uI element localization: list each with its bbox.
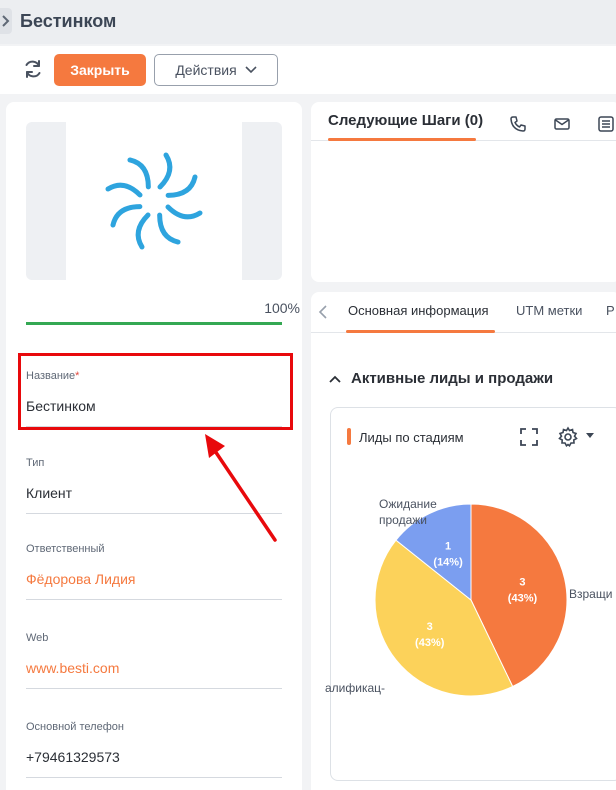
web-link[interactable]: www.besti.com	[26, 660, 282, 676]
slice-label-nurturing: Взращи	[569, 587, 613, 601]
profile-completion-percent: 100%	[264, 300, 300, 316]
refresh-icon	[25, 60, 41, 78]
chevron-left-icon[interactable]	[317, 304, 331, 320]
list-icon	[598, 116, 614, 132]
pie-value-label: 3	[519, 576, 525, 588]
annotation-arrow-icon	[205, 434, 277, 542]
tab-more[interactable]: Р	[606, 303, 615, 318]
pie-value-label: 1	[445, 540, 451, 552]
tab-utm[interactable]: UTM метки	[516, 303, 582, 318]
field-divider	[26, 777, 282, 778]
info-panel: Основная информация UTM метки Р Активные…	[311, 292, 616, 790]
email-button[interactable]	[552, 114, 572, 134]
highlight-box	[18, 353, 293, 430]
web-label: Web	[26, 632, 49, 644]
owner-field[interactable]: Ответственный Фёдорова Лидия	[26, 543, 282, 600]
close-button[interactable]: Закрыть	[54, 54, 146, 86]
pie-percent-label: (43%)	[415, 637, 445, 649]
caret-down-icon[interactable]	[585, 432, 595, 440]
actions-label: Действия	[175, 62, 237, 78]
chevron-up-icon	[329, 375, 341, 383]
actions-dropdown[interactable]: Действия	[154, 54, 278, 86]
pie-percent-label: (14%)	[433, 556, 463, 568]
field-divider	[26, 599, 282, 600]
title-bar: Бестинком	[0, 0, 616, 44]
profile-completion-fill	[26, 322, 282, 325]
web-field[interactable]: Web www.besti.com	[26, 632, 282, 689]
slice-label-waiting: Ожидание продажи	[379, 497, 437, 527]
company-logo-icon	[99, 152, 209, 256]
phone-label: Основной телефон	[26, 721, 124, 733]
pie-value-label: 3	[427, 621, 433, 633]
chevron-right-icon	[2, 15, 10, 27]
field-divider	[26, 688, 282, 689]
active-tab-indicator	[328, 138, 476, 141]
slice-label-qualification: алификац-	[325, 681, 386, 695]
next-steps-panel: Следующие Шаги (0)	[311, 102, 616, 282]
owner-link[interactable]: Фёдорова Лидия	[26, 571, 282, 587]
widget-title: Лиды по стадиям	[359, 430, 464, 445]
sidebar-toggle-button[interactable]	[0, 8, 12, 34]
gear-icon[interactable]	[557, 426, 579, 448]
company-logo[interactable]	[66, 122, 242, 280]
toolbar: Закрыть Действия	[0, 46, 616, 94]
phone-value[interactable]: +79461329573	[26, 749, 282, 765]
pie-percent-label: (43%)	[508, 592, 538, 604]
chevron-down-icon	[245, 66, 257, 74]
profile-completion-bar	[26, 322, 282, 325]
section-toggle[interactable]: Активные лиды и продажи	[329, 370, 553, 387]
tab-main-info[interactable]: Основная информация	[348, 303, 489, 318]
task-button[interactable]	[596, 114, 616, 134]
widget-accent-bar	[347, 428, 351, 445]
leads-by-stage-widget: Лиды по стадиям 3 (43%) 3 (43%) 1 (14%) Ожида…	[325, 407, 616, 781]
phone-field[interactable]: Основной телефон +79461329573	[26, 721, 282, 778]
mail-icon	[554, 118, 570, 130]
pie-chart: 3 (43%) 3 (43%) 1 (14%)	[374, 503, 568, 697]
page-title: Бестинком	[20, 11, 117, 31]
active-tab-indicator	[346, 330, 495, 333]
refresh-button[interactable]	[22, 58, 44, 80]
expand-icon[interactable]	[519, 427, 539, 447]
section-title: Активные лиды и продажи	[351, 370, 554, 387]
call-button[interactable]	[508, 114, 528, 134]
phone-icon	[510, 116, 526, 132]
tab-next-steps[interactable]: Следующие Шаги (0)	[328, 112, 483, 129]
logo-area	[26, 122, 282, 280]
